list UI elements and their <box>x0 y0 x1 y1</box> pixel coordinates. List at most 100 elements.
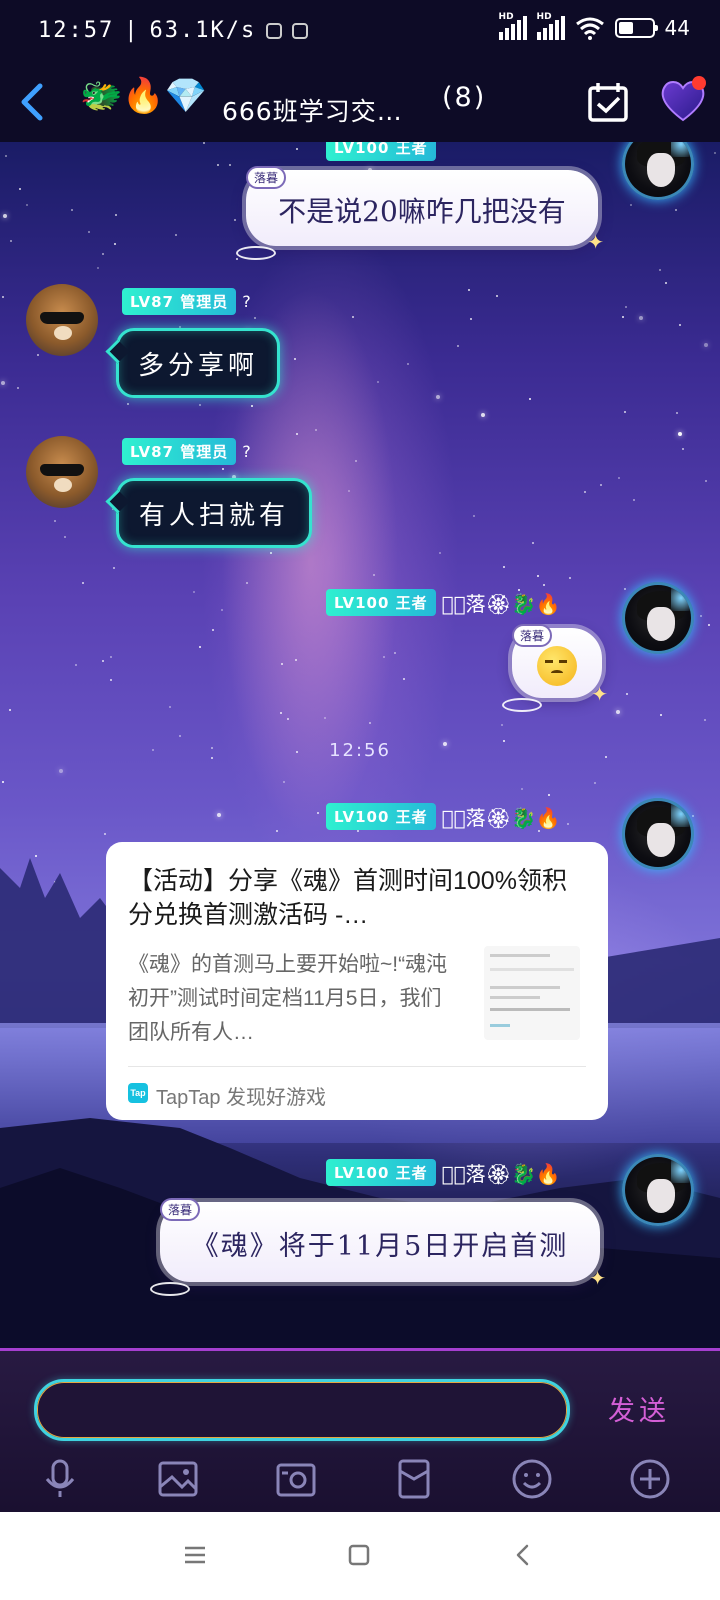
star <box>203 142 205 144</box>
star <box>543 584 545 586</box>
bubble-tag: 落暮 <box>512 624 553 647</box>
star <box>567 823 569 825</box>
sparkle-icon: ✦ <box>589 1266 606 1290</box>
star <box>600 484 602 486</box>
star <box>394 652 396 654</box>
calendar-check-icon[interactable] <box>586 80 630 124</box>
star <box>352 316 354 318</box>
avatar[interactable] <box>622 582 694 654</box>
star <box>9 709 11 711</box>
message-bubble[interactable]: 落暮 《魂》将于11月5日开启首测 ✦ <box>150 1198 606 1296</box>
halo-decoration <box>150 1282 190 1296</box>
level-badge: LV87 管理员 <box>122 438 237 465</box>
system-nav-bar <box>0 1512 720 1600</box>
back-icon[interactable] <box>508 1540 538 1570</box>
star <box>97 267 99 269</box>
chevron-left-icon[interactable] <box>12 78 56 126</box>
star <box>705 480 707 482</box>
share-link-card[interactable]: 【活动】分享《魂》首测时间100%领积分兑换首测激活码 -… 《魂》的首测马上要… <box>106 842 608 1120</box>
message-bubble[interactable]: 有人扫就有 <box>116 478 312 548</box>
message-text: 《魂》将于11月5日开启首测 <box>191 1231 569 1262</box>
star <box>2 296 4 298</box>
camera-icon[interactable] <box>274 1457 318 1501</box>
message-bubble[interactable]: 落暮 不是说20嘛咋几把没有 ✦ <box>236 166 604 260</box>
chat-title[interactable]: 666班学习交… <box>222 92 403 128</box>
level-badge: LV100 王者 <box>326 803 436 830</box>
star <box>296 433 298 435</box>
image-icon[interactable] <box>156 1457 200 1501</box>
send-button[interactable]: 发送 <box>608 1389 670 1428</box>
star <box>548 794 550 796</box>
star <box>324 717 326 719</box>
sender-name-row: LV100 王者 ᦔ⃝落🏵🐉🔥 <box>326 802 561 831</box>
sender-name-row: LV100 王者 ᦔ⃝落🏵🐉🔥 <box>326 1158 561 1187</box>
star <box>59 769 63 773</box>
card-divider <box>128 1066 586 1067</box>
avatar[interactable] <box>622 142 694 200</box>
star <box>54 520 56 522</box>
star <box>115 214 117 216</box>
star <box>199 404 201 406</box>
star <box>624 411 626 413</box>
star <box>616 710 620 714</box>
star <box>236 258 238 260</box>
battery-icon <box>614 18 658 38</box>
bubble-tag: 落暮 <box>246 166 287 189</box>
star <box>660 714 662 716</box>
hd-label: HD <box>498 12 514 22</box>
sender-name-row: LV100 王者 ᦔ⃝落🏵🐉🔥 <box>326 588 561 617</box>
microphone-icon[interactable] <box>38 1457 82 1501</box>
star <box>296 148 298 150</box>
star <box>270 552 272 554</box>
message-timestamp: 12:56 <box>329 740 391 761</box>
bubble-tag: 落暮 <box>160 1198 201 1221</box>
star <box>704 343 708 347</box>
halo-decoration <box>236 246 276 260</box>
message-bubble[interactable]: 落暮 ✦ <box>502 624 608 712</box>
star <box>193 591 195 593</box>
avatar[interactable] <box>26 436 98 508</box>
red-packet-icon[interactable] <box>392 1457 436 1501</box>
star <box>470 318 472 320</box>
avatar[interactable] <box>622 798 694 870</box>
star <box>403 678 405 680</box>
home-square-icon[interactable] <box>344 1540 374 1570</box>
card-thumbnail <box>484 946 580 1040</box>
sender-name-row: LV100 王者 <box>326 142 436 161</box>
name-mark: ? <box>242 442 251 461</box>
star <box>2 781 4 783</box>
star <box>88 231 90 233</box>
star <box>678 432 682 436</box>
star <box>217 164 219 166</box>
star <box>37 354 39 356</box>
star <box>212 629 214 631</box>
star <box>481 413 485 417</box>
menu-icon[interactable] <box>180 1540 210 1570</box>
card-source: TapTap 发现好游戏 <box>156 1087 327 1109</box>
star <box>222 468 224 470</box>
star <box>682 448 684 450</box>
star <box>659 269 661 271</box>
star <box>436 395 440 399</box>
sparkle-icon: ✦ <box>591 682 608 706</box>
input-panel: 发送 <box>0 1348 720 1512</box>
wifi-icon <box>575 17 604 40</box>
avatar[interactable] <box>622 1154 694 1226</box>
star <box>457 345 459 347</box>
network-speed: 63.1K/s <box>149 18 257 43</box>
notification-app-icon-2 <box>292 22 309 39</box>
name-decorations: ᦔ⃝落🏵🐉🔥 <box>441 806 561 830</box>
message-input[interactable] <box>34 1379 570 1441</box>
star <box>102 660 104 662</box>
plus-icon[interactable] <box>628 1457 672 1501</box>
heart-button[interactable] <box>656 74 710 126</box>
title-emojis: 🐲🔥💎 <box>80 76 208 116</box>
star <box>594 782 596 784</box>
smirk-face-icon <box>537 646 577 686</box>
status-right: HD HD 44 <box>498 12 690 40</box>
sender-name-row: LV87 管理员 ? <box>122 438 251 465</box>
avatar[interactable] <box>26 284 98 356</box>
emoji-icon[interactable] <box>510 1457 554 1501</box>
message-bubble[interactable]: 多分享啊 <box>116 328 280 398</box>
chat-area[interactable]: LV100 王者 落暮 不是说20嘛咋几把没有 ✦ LV87 管理员 ? 多分享… <box>0 142 720 1348</box>
